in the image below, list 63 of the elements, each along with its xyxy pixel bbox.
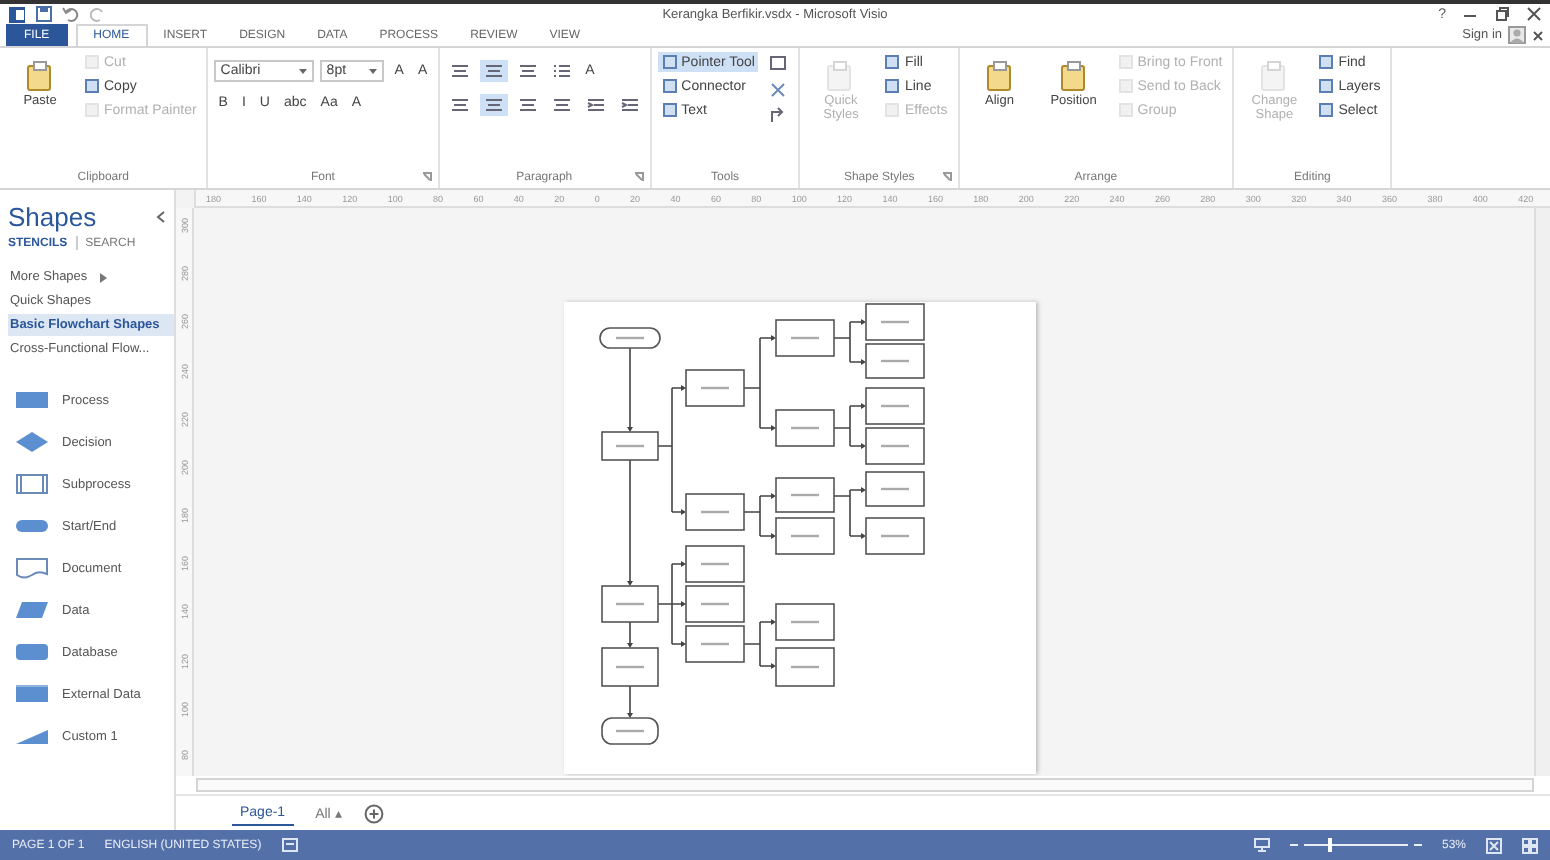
square-icon [84, 78, 100, 94]
square-icon [884, 102, 901, 118]
launcher-icon[interactable] [421, 172, 432, 182]
pill-icon[interactable] [14, 514, 50, 538]
caret-icon [298, 67, 309, 75]
shape-icon [24, 60, 56, 92]
fit-page-icon[interactable] [1486, 837, 1502, 853]
app-icon[interactable] [8, 5, 26, 23]
scrollbar[interactable] [1534, 208, 1550, 776]
shape-icon [983, 60, 1016, 92]
square-icon [1318, 78, 1335, 94]
square-icon [1117, 78, 1134, 94]
shape-icon [1258, 60, 1291, 92]
connector-icon[interactable] [768, 106, 789, 124]
square-icon [1117, 54, 1134, 70]
rectangle-icon[interactable] [14, 388, 50, 412]
indent-icon[interactable] [619, 96, 640, 114]
align-icon[interactable] [551, 96, 572, 114]
square-icon [1318, 102, 1335, 118]
align-icon[interactable] [483, 62, 504, 80]
square-icon [84, 102, 100, 118]
save-icon[interactable] [36, 6, 52, 22]
launcher-icon[interactable] [633, 172, 644, 182]
shape-icon [824, 60, 857, 92]
collapse-icon[interactable] [156, 210, 166, 224]
document-icon[interactable] [14, 556, 50, 580]
macro-icon[interactable] [281, 838, 298, 852]
wedge-icon[interactable] [14, 724, 50, 748]
square-icon [84, 54, 100, 70]
presentation-icon[interactable] [1253, 838, 1270, 852]
rectangle-icon[interactable] [14, 682, 50, 706]
parallelogram-icon[interactable] [14, 598, 50, 622]
restore-icon[interactable] [1494, 6, 1510, 22]
align-icon[interactable] [449, 96, 470, 114]
square-icon [884, 78, 901, 94]
align-icon[interactable] [449, 62, 470, 80]
rectangle-icon[interactable] [768, 54, 789, 72]
align-icon[interactable] [483, 96, 504, 114]
shape-icon [1057, 60, 1090, 92]
launcher-icon[interactable] [941, 172, 952, 182]
square-icon [884, 54, 901, 70]
x-icon[interactable] [768, 80, 789, 98]
arrow-icon [97, 271, 108, 283]
diamond-icon[interactable] [14, 430, 50, 454]
square-icon [661, 78, 678, 94]
close-icon[interactable] [1532, 29, 1544, 41]
scrollbar[interactable] [196, 778, 1534, 792]
undo-icon[interactable] [62, 6, 80, 22]
indent-icon[interactable] [585, 96, 606, 114]
square-icon [661, 54, 678, 70]
align-icon[interactable] [517, 62, 538, 80]
caret-icon [368, 67, 379, 75]
add-icon[interactable] [364, 803, 385, 823]
square-icon [1318, 54, 1335, 70]
align-icon[interactable] [517, 96, 538, 114]
switch-windows-icon[interactable] [1522, 837, 1538, 853]
square-icon [661, 102, 678, 118]
square-icon [1117, 102, 1134, 118]
panel-title: Shapes [8, 202, 97, 232]
rectangle-icon[interactable] [14, 640, 50, 664]
bullets-icon[interactable] [551, 62, 572, 80]
rectangle-icon[interactable] [14, 472, 50, 496]
close-icon[interactable] [1526, 6, 1542, 22]
